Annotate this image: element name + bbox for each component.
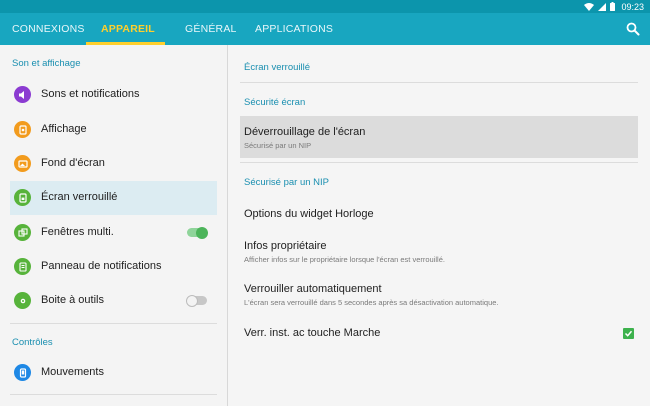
divider	[10, 323, 217, 324]
wifi-icon	[584, 2, 595, 11]
section-header-pin-secured: Sécurisé par un NIP	[244, 177, 330, 188]
toolbox-icon	[14, 292, 31, 309]
status-icons: 09:23	[584, 0, 644, 13]
search-icon[interactable]	[626, 22, 640, 36]
section-header-sound-display: Son et affichage	[12, 58, 81, 69]
status-bar: 09:23	[0, 0, 650, 13]
sidebar-item-lock-screen[interactable]: Écran verrouillé	[10, 181, 217, 215]
multi-window-icon	[14, 224, 31, 241]
setting-power-key-lock[interactable]: Verr. inst. ac touche Marche	[240, 319, 638, 349]
motion-icon	[14, 364, 31, 381]
sidebar-item-wallpaper[interactable]: Fond d'écran	[10, 147, 217, 181]
setting-title: Verr. inst. ac touche Marche	[244, 327, 381, 339]
sidebar-item-label: Mouvements	[41, 366, 104, 378]
wallpaper-icon	[14, 155, 31, 172]
page-title: Écran verrouillé	[244, 62, 310, 73]
tab-general[interactable]: GÉNÉRAL	[185, 13, 237, 45]
signal-icon	[598, 2, 607, 11]
setting-title: Infos propriétaire	[244, 240, 327, 252]
battery-icon	[610, 2, 616, 11]
tab-connexions[interactable]: CONNEXIONS	[12, 13, 85, 45]
display-icon	[14, 121, 31, 138]
notification-panel-icon	[14, 258, 31, 275]
divider	[240, 162, 638, 163]
toolbox-toggle[interactable]	[186, 294, 207, 307]
sidebar-item-notification-panel[interactable]: Panneau de notifications	[10, 250, 217, 284]
sidebar-item-label: Panneau de notifications	[41, 260, 162, 272]
settings-sidebar: Son et affichage Sons et notifications A…	[0, 45, 227, 406]
sidebar-item-label: Écran verrouillé	[41, 191, 118, 203]
sidebar-item-multi-window[interactable]: Fenêtres multi.	[10, 216, 217, 250]
multi-window-toggle[interactable]	[187, 226, 208, 239]
volume-icon	[14, 86, 31, 103]
tab-bar: CONNEXIONS APPAREIL GÉNÉRAL APPLICATIONS	[0, 13, 650, 45]
setting-title: Verrouiller automatiquement	[244, 283, 382, 295]
sidebar-item-motion[interactable]: Mouvements	[10, 356, 217, 390]
toggle-knob	[186, 294, 198, 307]
setting-clock-widget[interactable]: Options du widget Horloge	[240, 199, 638, 229]
clock: 09:23	[621, 1, 644, 12]
sidebar-item-label: Affichage	[41, 123, 87, 135]
sidebar-item-label: Sons et notifications	[41, 88, 140, 100]
sidebar-item-label: Boite à outils	[41, 294, 104, 306]
divider	[240, 82, 638, 83]
tab-applications[interactable]: APPLICATIONS	[255, 13, 333, 45]
sidebar-item-label: Fenêtres multi.	[41, 226, 114, 238]
sidebar-item-label: Fond d'écran	[41, 157, 105, 169]
toggle-knob	[196, 226, 208, 239]
setting-owner-info[interactable]: Infos propriétaire Afficher infos sur le…	[240, 233, 638, 269]
setting-title: Options du widget Horloge	[244, 208, 374, 220]
sidebar-item-toolbox[interactable]: Boite à outils	[10, 284, 217, 318]
lock-screen-settings: Écran verrouillé Sécurité écran Déverrou…	[228, 45, 650, 406]
section-header-screen-security: Sécurité écran	[244, 97, 306, 108]
sidebar-item-display[interactable]: Affichage	[10, 113, 217, 147]
setting-auto-lock[interactable]: Verrouiller automatiquement L'écran sera…	[240, 275, 638, 311]
setting-subtitle: Afficher infos sur le propriétaire lorsq…	[244, 255, 445, 264]
setting-unlock-screen[interactable]: Déverrouillage de l'écran Sécurisé par u…	[240, 116, 638, 158]
setting-subtitle: L'écran sera verrouillé dans 5 secondes …	[244, 298, 499, 307]
check-icon	[624, 330, 633, 337]
sidebar-item-sounds[interactable]: Sons et notifications	[10, 78, 217, 112]
power-key-lock-checkbox[interactable]	[623, 328, 634, 339]
setting-subtitle: Sécurisé par un NIP	[244, 141, 312, 150]
divider	[10, 394, 217, 395]
setting-title: Déverrouillage de l'écran	[244, 126, 366, 138]
lock-screen-icon	[14, 189, 31, 206]
tab-appareil[interactable]: APPAREIL	[101, 13, 155, 45]
section-header-controls: Contrôles	[12, 337, 53, 348]
